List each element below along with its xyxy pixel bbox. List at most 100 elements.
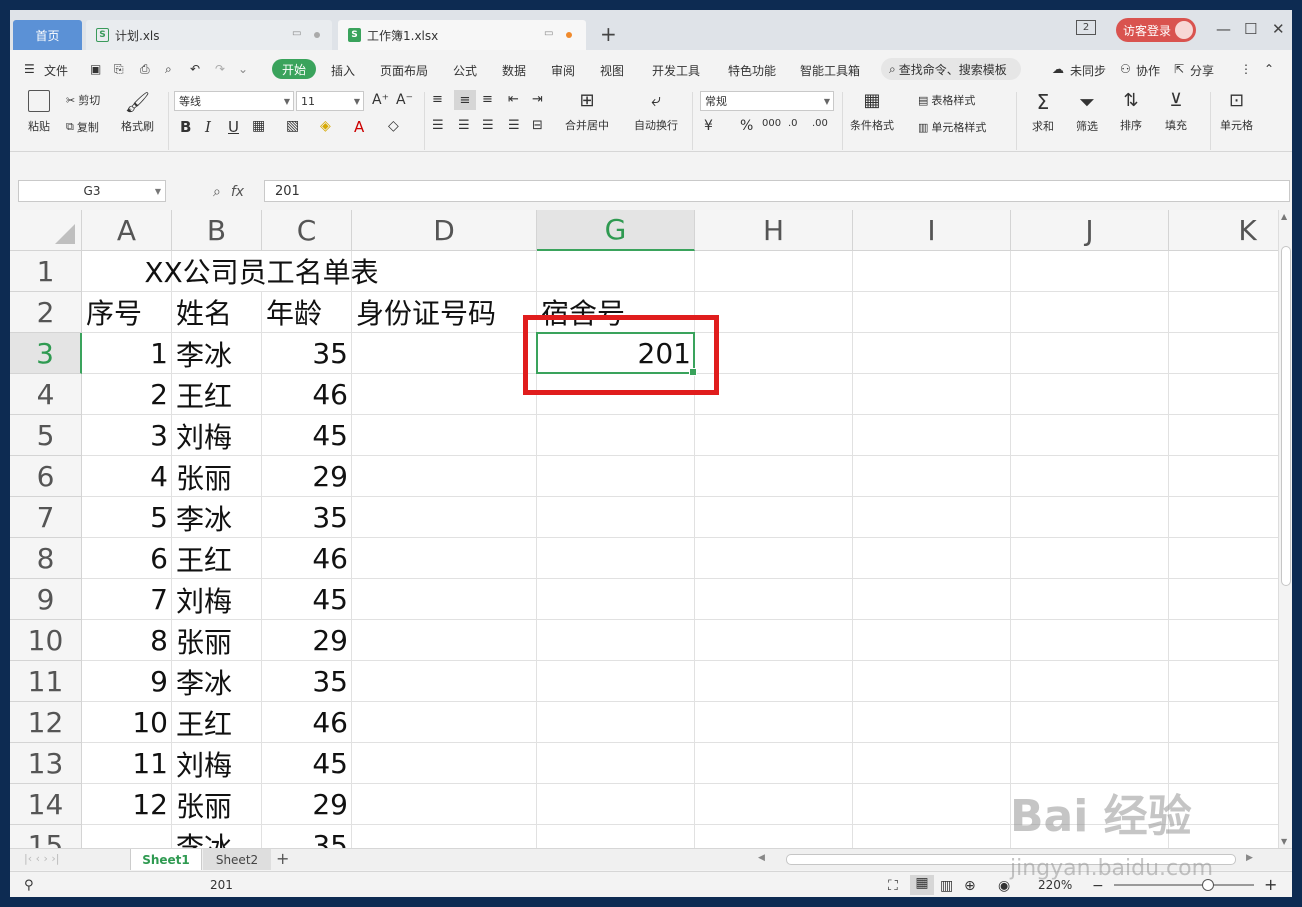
data-cell[interactable]: 王红 — [172, 702, 262, 743]
redo-icon[interactable]: ↷ — [215, 62, 225, 76]
print-icon[interactable]: ⎙ — [140, 62, 150, 77]
italic-icon[interactable]: I — [205, 118, 211, 136]
grid-cell[interactable] — [352, 579, 537, 620]
data-cell[interactable]: 29 — [262, 620, 352, 661]
font-shrink-icon[interactable]: A⁻ — [396, 92, 413, 108]
column-header[interactable]: K — [1169, 210, 1278, 251]
row-header[interactable]: 5 — [10, 415, 82, 456]
indent-decrease-icon[interactable]: ⇤ — [508, 92, 519, 107]
row-header[interactable]: 15 — [10, 825, 82, 848]
grid-cell[interactable] — [537, 579, 695, 620]
grid-cell[interactable] — [537, 620, 695, 661]
zoom-in-icon[interactable]: + — [1264, 875, 1277, 894]
row-header[interactable]: 9 — [10, 579, 82, 620]
align-top-icon[interactable]: ≡ — [432, 92, 443, 107]
currency-icon[interactable]: ¥ — [704, 118, 713, 134]
column-title-cell[interactable]: 序号 — [82, 292, 172, 333]
data-cell[interactable]: 李冰 — [172, 825, 262, 849]
align-right-icon[interactable]: ☰ — [482, 118, 494, 133]
grid-cell[interactable] — [1011, 579, 1169, 620]
name-box[interactable]: G3 ▼ — [18, 180, 166, 202]
grid-cell[interactable] — [853, 784, 1011, 825]
collaborate-icon[interactable]: ⚇ — [1120, 62, 1131, 76]
grid-cell[interactable] — [537, 415, 695, 456]
grid-cell[interactable] — [352, 497, 537, 538]
grid-cell[interactable] — [537, 825, 695, 848]
hamburger-icon[interactable]: ☰ — [24, 62, 35, 76]
grid-cell[interactable] — [695, 702, 853, 743]
grid-cell[interactable] — [853, 456, 1011, 497]
tab-home[interactable]: 首页 — [13, 20, 82, 50]
menu-review[interactable]: 审阅 — [551, 62, 575, 79]
grid-cell[interactable] — [1169, 784, 1278, 825]
grid-cell[interactable] — [1169, 333, 1278, 374]
command-search[interactable]: ⌕ 查找命令、搜索模板 — [881, 58, 1021, 80]
sheet-title-cell[interactable]: XX公司员工名单表 — [144, 251, 379, 292]
font-grow-icon[interactable]: A⁺ — [372, 92, 389, 108]
horizontal-scroll-thumb[interactable] — [786, 854, 1236, 865]
grid-cell[interactable] — [537, 743, 695, 784]
grid-cell[interactable] — [695, 784, 853, 825]
fill-button[interactable]: ⊻ 填充 — [1165, 90, 1187, 133]
grid-cell[interactable] — [1011, 456, 1169, 497]
row-header[interactable]: 12 — [10, 702, 82, 743]
scroll-right-icon[interactable]: ▶ — [1246, 853, 1253, 863]
data-cell[interactable]: 11 — [82, 743, 172, 784]
customize-chevron-icon[interactable]: ⌄ — [238, 62, 248, 76]
data-cell[interactable]: 35 — [262, 333, 352, 374]
maximize-icon[interactable]: ☐ — [1244, 20, 1257, 38]
guest-login-button[interactable]: 访客登录 — [1116, 18, 1196, 42]
row-header[interactable]: 6 — [10, 456, 82, 497]
grid-cell[interactable] — [352, 661, 537, 702]
row-header[interactable]: 10 — [10, 620, 82, 661]
data-cell[interactable]: 45 — [262, 743, 352, 784]
data-cell[interactable]: 张丽 — [172, 620, 262, 661]
border-icon[interactable]: ▦ — [252, 118, 265, 134]
data-cell[interactable]: 29 — [262, 456, 352, 497]
data-cell[interactable]: 王红 — [172, 538, 262, 579]
grid-cell[interactable] — [352, 251, 537, 292]
grid-cell[interactable] — [352, 784, 537, 825]
grid-cell[interactable] — [352, 538, 537, 579]
grid-cell[interactable] — [1169, 251, 1278, 292]
data-cell[interactable]: 46 — [262, 702, 352, 743]
column-header[interactable]: C — [262, 210, 352, 251]
copy-button[interactable]: ⧉ 复制 — [66, 119, 99, 135]
data-cell[interactable]: 35 — [262, 825, 352, 848]
grid-cell[interactable] — [1011, 661, 1169, 702]
grid-cell[interactable] — [1011, 743, 1169, 784]
row-header[interactable]: 1 — [10, 251, 82, 292]
menu-view[interactable]: 视图 — [600, 62, 624, 79]
row-header[interactable]: 13 — [10, 743, 82, 784]
font-name-select[interactable]: 等线 ▼ — [174, 91, 294, 111]
column-header[interactable]: G — [537, 210, 695, 251]
grid-cell[interactable] — [1169, 702, 1278, 743]
grid-cell[interactable] — [1011, 415, 1169, 456]
scroll-down-icon[interactable]: ▼ — [1281, 837, 1287, 846]
unsync-status[interactable]: 未同步 — [1070, 62, 1106, 79]
grid-cell[interactable] — [695, 579, 853, 620]
justify-icon[interactable]: ☰ — [508, 118, 520, 133]
grid-cell[interactable] — [537, 456, 695, 497]
menu-developer[interactable]: 开发工具 — [652, 62, 700, 79]
number-format-select[interactable]: 常规 ▼ — [700, 91, 834, 111]
paste-button[interactable]: 粘贴 — [28, 90, 50, 134]
grid-cell[interactable] — [853, 292, 1011, 333]
vertical-scrollbar[interactable]: ▲ ▼ — [1278, 210, 1292, 848]
grid-cell[interactable] — [695, 743, 853, 784]
grid-cell[interactable] — [853, 661, 1011, 702]
grid-cell[interactable] — [1011, 292, 1169, 333]
sum-button[interactable]: Σ 求和 — [1032, 90, 1054, 134]
thousands-icon[interactable]: 000 — [762, 118, 781, 129]
row-header[interactable]: 4 — [10, 374, 82, 415]
grid-cell[interactable] — [853, 374, 1011, 415]
grid-cell[interactable] — [1011, 374, 1169, 415]
grid-cell[interactable] — [537, 661, 695, 702]
grid-cell[interactable] — [695, 661, 853, 702]
wrap-text-button[interactable]: ⤶ 自动换行 — [634, 90, 678, 133]
cells-button[interactable]: ⊡ 单元格 — [1220, 90, 1253, 133]
grid-cell[interactable] — [1011, 538, 1169, 579]
sheet-tab-sheet1[interactable]: Sheet1 — [130, 849, 202, 870]
share-icon[interactable]: ⇱ — [1174, 62, 1184, 76]
data-cell[interactable]: 45 — [262, 579, 352, 620]
